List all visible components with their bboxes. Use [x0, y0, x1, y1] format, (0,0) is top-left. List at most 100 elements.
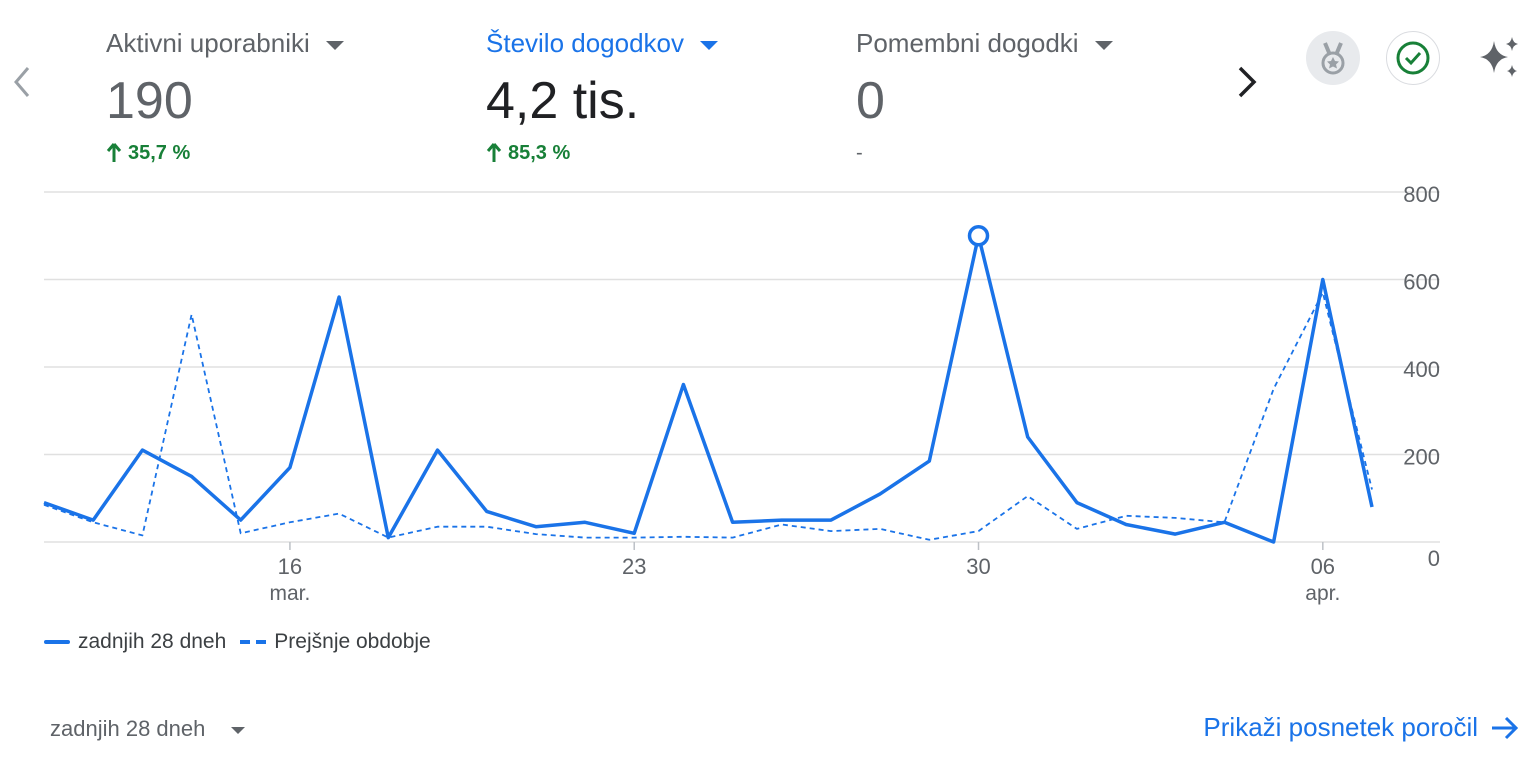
data-point-current	[139, 447, 145, 453]
data-point-current	[1172, 531, 1178, 537]
sparkle-icon	[1480, 37, 1518, 77]
insights-check-button[interactable]	[1386, 31, 1440, 85]
caret-down-icon	[231, 726, 246, 734]
period-label: zadnjih 28 dneh	[50, 716, 206, 741]
metric-change: 85,3 %	[486, 141, 806, 165]
arrow-right-icon	[1492, 716, 1519, 739]
data-point-previous	[976, 528, 982, 534]
data-point-current	[90, 517, 96, 523]
x-tick-label: 06	[1311, 554, 1335, 579]
metric-value: 190	[106, 72, 193, 130]
data-point-current	[385, 535, 391, 541]
data-point-current	[1320, 277, 1326, 283]
caret-down-icon	[700, 41, 719, 50]
data-point-previous	[828, 528, 834, 534]
metric-key-events[interactable]: Pomembni dogodki 0 -	[856, 28, 1176, 165]
series-line-previous	[43, 291, 1373, 541]
data-point-current	[1369, 504, 1375, 510]
data-point-current	[582, 519, 588, 525]
metric-event-count[interactable]: Število dogodkov 4,2 tis. 85,3 %	[486, 28, 806, 165]
y-tick-label: 400	[1403, 357, 1440, 382]
data-point-current	[1271, 539, 1277, 545]
check-circle-icon	[1396, 41, 1430, 75]
data-point-current	[336, 294, 342, 300]
data-point-previous	[189, 312, 195, 318]
data-point-previous	[926, 537, 932, 543]
x-tick-sublabel: apr.	[1305, 582, 1340, 605]
data-point-current	[533, 524, 539, 530]
data-point-previous	[484, 524, 490, 530]
legend-previous-label: Prejšnje obdobje	[274, 630, 431, 653]
data-point-previous	[1074, 526, 1080, 532]
data-point-previous	[336, 511, 342, 517]
data-point-current	[434, 447, 440, 453]
data-point-current	[238, 517, 244, 523]
metric-label: Število dogodkov	[486, 28, 806, 59]
chevron-left-icon	[14, 67, 30, 97]
x-tick-label: 16	[278, 554, 302, 579]
data-point-current	[1123, 522, 1129, 528]
metric-change: 35,7 %	[106, 141, 426, 165]
data-point-previous	[1025, 493, 1031, 499]
data-point-current	[877, 491, 883, 497]
y-tick-label: 600	[1403, 270, 1440, 295]
data-point-previous	[139, 532, 145, 538]
medal-badge-button[interactable]	[1306, 31, 1360, 85]
data-point-current	[779, 517, 785, 523]
metric-label: Pomembni dogodki	[856, 28, 1176, 59]
chart-legend: zadnjih 28 dneh Prejšnje obdobje	[44, 630, 431, 654]
data-point-previous	[1123, 513, 1129, 519]
data-point-previous	[680, 534, 686, 540]
data-point-previous	[287, 519, 293, 525]
data-point-previous	[434, 524, 440, 530]
data-point-previous	[238, 530, 244, 536]
event-count-chart: 0 200 400 600 800 16 mar. 23 30 06 apr.	[41, 182, 1440, 605]
metric-value: 0	[856, 72, 885, 130]
series-line-current	[43, 234, 1374, 544]
caret-down-icon	[325, 41, 344, 50]
data-point-current	[484, 508, 490, 514]
data-point-current	[1221, 519, 1227, 525]
data-point-previous	[533, 531, 539, 537]
x-tick-sublabel: mar.	[270, 582, 311, 605]
data-point-current	[828, 517, 834, 523]
data-point-current	[1025, 434, 1031, 440]
data-point-current	[631, 530, 637, 536]
metric-label: Aktivni uporabniki	[106, 28, 426, 59]
data-point-previous	[1172, 515, 1178, 521]
view-reports-snapshot-link[interactable]: Prikaži posnetek poročil	[1203, 712, 1520, 743]
data-point-current	[730, 519, 736, 525]
x-tick-label: 23	[622, 554, 646, 579]
legend-dashed-swatch	[240, 640, 267, 644]
arrow-up-icon	[106, 143, 122, 162]
metric-value: 4,2 tis.	[486, 72, 640, 130]
legend-solid-swatch	[44, 640, 70, 644]
chevron-right-icon	[1238, 66, 1257, 98]
next-metrics-button[interactable]	[1232, 64, 1262, 100]
arrow-up-icon	[486, 143, 502, 162]
caret-down-icon	[1094, 41, 1113, 50]
legend-current-label: zadnjih 28 dneh	[78, 630, 227, 653]
report-link-label: Prikaži posnetek poročil	[1203, 712, 1478, 742]
prev-metrics-button[interactable]	[8, 64, 36, 100]
data-point-current	[41, 500, 47, 506]
period-dropdown[interactable]: zadnjih 28 dneh	[50, 716, 246, 742]
y-tick-label: 0	[1428, 546, 1440, 571]
data-point-current	[926, 458, 932, 464]
metric-change: -	[856, 141, 863, 164]
x-tick-label: 30	[966, 554, 990, 579]
data-point-previous	[582, 535, 588, 541]
highlight-point	[967, 225, 990, 247]
data-point-previous	[730, 535, 736, 541]
data-point-previous	[1271, 386, 1277, 392]
y-tick-label: 800	[1403, 182, 1440, 207]
data-point-current	[287, 465, 293, 471]
data-point-current	[1074, 500, 1080, 506]
y-tick-label: 200	[1403, 445, 1440, 470]
data-point-previous	[877, 526, 883, 532]
data-point-current	[680, 382, 686, 388]
data-point-current	[189, 473, 195, 479]
medal-badge-icon	[1321, 42, 1345, 75]
sparkle-button[interactable]	[1474, 33, 1524, 83]
metric-active-users[interactable]: Aktivni uporabniki 190 35,7 %	[106, 28, 426, 165]
